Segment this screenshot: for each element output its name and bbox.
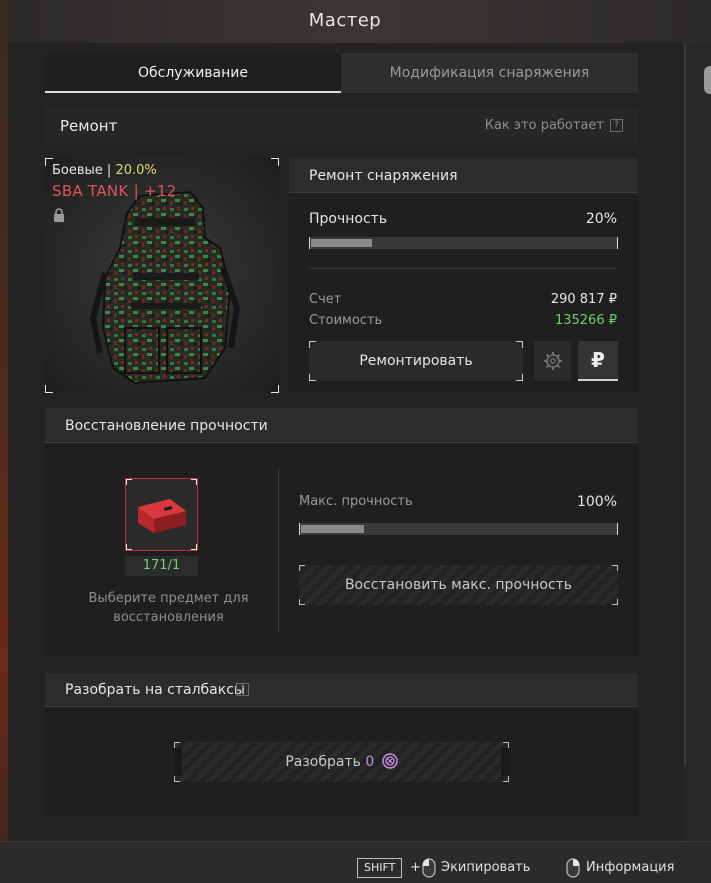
item-name: SBA TANK | +12	[52, 182, 177, 200]
corner-marker	[516, 341, 523, 348]
footer-hints: SHIFT + Экипировать Информация	[0, 841, 711, 883]
corner-marker	[309, 341, 316, 348]
corner-marker	[271, 158, 279, 166]
corner-marker	[309, 374, 316, 381]
corner-marker	[612, 599, 618, 605]
lock-icon	[54, 208, 64, 222]
button-end-cap	[174, 748, 182, 776]
max-durability-value: 100%	[576, 494, 617, 510]
ruble-currency-button[interactable]: ₽	[578, 341, 618, 381]
tab-equipment-modification[interactable]: Модификация снаряжения	[341, 53, 638, 93]
repair-kit-slot[interactable]	[125, 478, 198, 551]
backpack-camo-image	[89, 190, 241, 385]
restore-durability-header: Восстановление прочности	[45, 408, 638, 443]
cost-label: Стоимость	[309, 313, 383, 328]
plus-sign: +	[410, 860, 421, 875]
repair-header: Ремонт Как это работает?	[45, 108, 638, 144]
equip-hint-label: Экипировать	[441, 860, 531, 875]
help-icon[interactable]: ?	[236, 683, 249, 696]
account-label: Счет	[309, 292, 342, 307]
corner-marker	[191, 544, 197, 550]
repair-button[interactable]: Ремонтировать	[309, 341, 523, 381]
item-category-label: Боевые |	[52, 163, 112, 178]
vertical-divider	[278, 468, 279, 632]
durability-value: 20%	[585, 211, 617, 227]
disassemble-button-label: Разобрать	[285, 754, 361, 770]
disassemble-header: Разобрать на сталбаксы ?	[45, 673, 638, 707]
tab-bar: Обслуживание Модификация снаряжения	[45, 53, 638, 93]
account-value: 290 817 ₽	[550, 292, 617, 307]
corner-marker	[299, 599, 305, 605]
corner-marker	[191, 479, 197, 485]
info-hint-label: Информация	[586, 860, 675, 875]
disassemble-amount: 0	[365, 754, 375, 770]
tab-service[interactable]: Обслуживание	[45, 53, 341, 93]
repair-equipment-panel: Ремонт снаряжения Прочность 20% Счет 290…	[289, 158, 638, 393]
how-it-works-label: Как это работает	[484, 118, 604, 133]
repair-button-label: Ремонтировать	[359, 353, 473, 369]
window-title: Мастер	[308, 10, 382, 31]
mouse-right-click-icon	[566, 858, 580, 878]
repair-equipment-header: Ремонт снаряжения	[289, 158, 638, 193]
restore-max-durability-label: Восстановить макс. прочность	[344, 577, 573, 593]
repair-equipment-title: Ремонт снаряжения	[309, 168, 458, 184]
gear-icon	[543, 352, 562, 370]
divider	[309, 268, 617, 269]
durability-label: Прочность	[309, 211, 388, 227]
right-divider	[684, 43, 686, 765]
corner-marker	[174, 776, 180, 782]
durability-bar-fill	[311, 239, 372, 247]
gear-currency-button[interactable]	[534, 341, 571, 381]
ruble-icon: ₽	[591, 348, 605, 372]
button-end-cap	[501, 748, 509, 776]
mouse-left-click-icon	[422, 858, 436, 878]
item-durability-percent: 20.0%	[115, 163, 157, 178]
repair-title: Ремонт	[60, 117, 118, 135]
corner-marker	[45, 385, 53, 393]
corner-marker	[126, 479, 132, 485]
disassemble-title: Разобрать на сталбаксы	[65, 682, 245, 698]
side-indicator-icon	[704, 66, 711, 94]
restore-max-durability-button[interactable]: Восстановить макс. прочность	[299, 565, 618, 605]
item-category: Боевые | 20.0%	[52, 163, 157, 178]
restore-durability-title: Восстановление прочности	[65, 418, 268, 434]
corner-marker	[126, 544, 132, 550]
select-item-hint: Выберите предмет для восстановления	[88, 591, 249, 625]
disassemble-button[interactable]: Разобрать 0	[174, 742, 509, 782]
max-durability-label: Макс. прочность	[299, 494, 413, 509]
how-it-works-link[interactable]: Как это работает?	[485, 118, 623, 133]
item-card[interactable]: Боевые | 20.0% SBA TANK | +12	[45, 158, 279, 393]
restore-durability-panel: 171/1 Выберите предмет для восстановлени…	[45, 443, 638, 657]
corner-marker	[503, 776, 509, 782]
help-icon: ?	[610, 119, 623, 132]
corner-marker	[612, 565, 618, 571]
repair-kit-count: 171/1	[125, 556, 198, 576]
durability-bar	[309, 237, 618, 249]
stalbucks-coin-icon	[381, 752, 398, 769]
max-durability-bar-fill	[301, 525, 364, 533]
disassemble-panel: Разобрать 0	[45, 707, 638, 817]
repair-kit-icon	[138, 499, 186, 533]
cost-value: 135266 ₽	[554, 313, 617, 328]
max-durability-bar	[299, 523, 618, 535]
corner-marker	[271, 385, 279, 393]
corner-marker	[516, 374, 523, 381]
shift-key-hint: SHIFT	[357, 858, 403, 878]
corner-marker	[299, 565, 305, 571]
left-edge-background	[0, 0, 8, 883]
